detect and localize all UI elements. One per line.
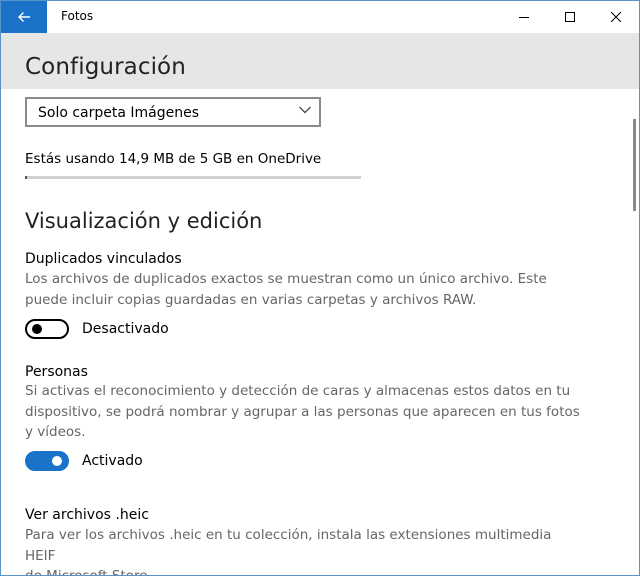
app-window: Fotos Configuración Solo carpeta Imágene…	[0, 0, 640, 576]
settings-content: Solo carpeta Imágenes Estás usando 14,9 …	[1, 89, 639, 575]
maximize-icon	[565, 12, 575, 22]
minimize-icon	[519, 17, 529, 18]
linked-duplicates-desc-line: puede incluir copias guardadas en varias…	[25, 291, 477, 308]
people-desc-line: dispositivo, se podrá nombrar y agrupar …	[25, 403, 580, 420]
section-title: Visualización y edición	[25, 209, 263, 233]
heic-title: Ver archivos .heic	[25, 507, 149, 523]
people-title: Personas	[25, 364, 88, 380]
minimize-button[interactable]	[501, 1, 547, 33]
people-toggle-label: Activado	[82, 453, 143, 469]
toggle-knob	[52, 456, 62, 466]
storage-progress-fill	[25, 176, 27, 179]
linked-duplicates-toggle-label: Desactivado	[82, 321, 169, 337]
close-button[interactable]	[593, 1, 639, 33]
title-bar: Fotos	[1, 1, 639, 33]
linked-duplicates-desc-line: Los archivos de duplicados exactos se mu…	[25, 271, 547, 287]
back-button[interactable]	[1, 1, 47, 33]
select-value: Solo carpeta Imágenes	[38, 105, 200, 121]
linked-duplicates-title: Duplicados vinculados	[25, 251, 182, 267]
heic-description: Para ver los archivos .heic en tu colecc…	[25, 525, 585, 575]
heic-desc-line: de Microsoft Store.	[25, 566, 585, 575]
storage-progress-bar	[25, 176, 361, 179]
toggle-knob	[32, 324, 42, 334]
source-folder-select[interactable]: Solo carpeta Imágenes	[25, 97, 321, 127]
people-desc-line: Si activas el reconocimiento y detección…	[25, 383, 571, 399]
onedrive-usage-text: Estás usando 14,9 MB de 5 GB en OneDrive	[25, 151, 322, 167]
linked-duplicates-description: Los archivos de duplicados exactos se mu…	[25, 269, 585, 310]
people-toggle[interactable]	[25, 451, 69, 471]
page-title: Configuración	[25, 54, 186, 80]
heic-desc-line: Para ver los archivos .heic en tu colecc…	[25, 527, 552, 564]
linked-duplicates-toggle[interactable]	[25, 319, 69, 339]
maximize-button[interactable]	[547, 1, 593, 33]
app-title: Fotos	[61, 9, 94, 23]
chevron-down-icon	[299, 106, 311, 114]
close-icon	[611, 12, 621, 22]
vertical-scrollbar[interactable]	[633, 119, 636, 211]
back-arrow-icon	[18, 12, 30, 22]
people-description: Si activas el reconocimiento y detección…	[25, 381, 585, 443]
people-desc-line: y vídeos.	[25, 424, 86, 440]
